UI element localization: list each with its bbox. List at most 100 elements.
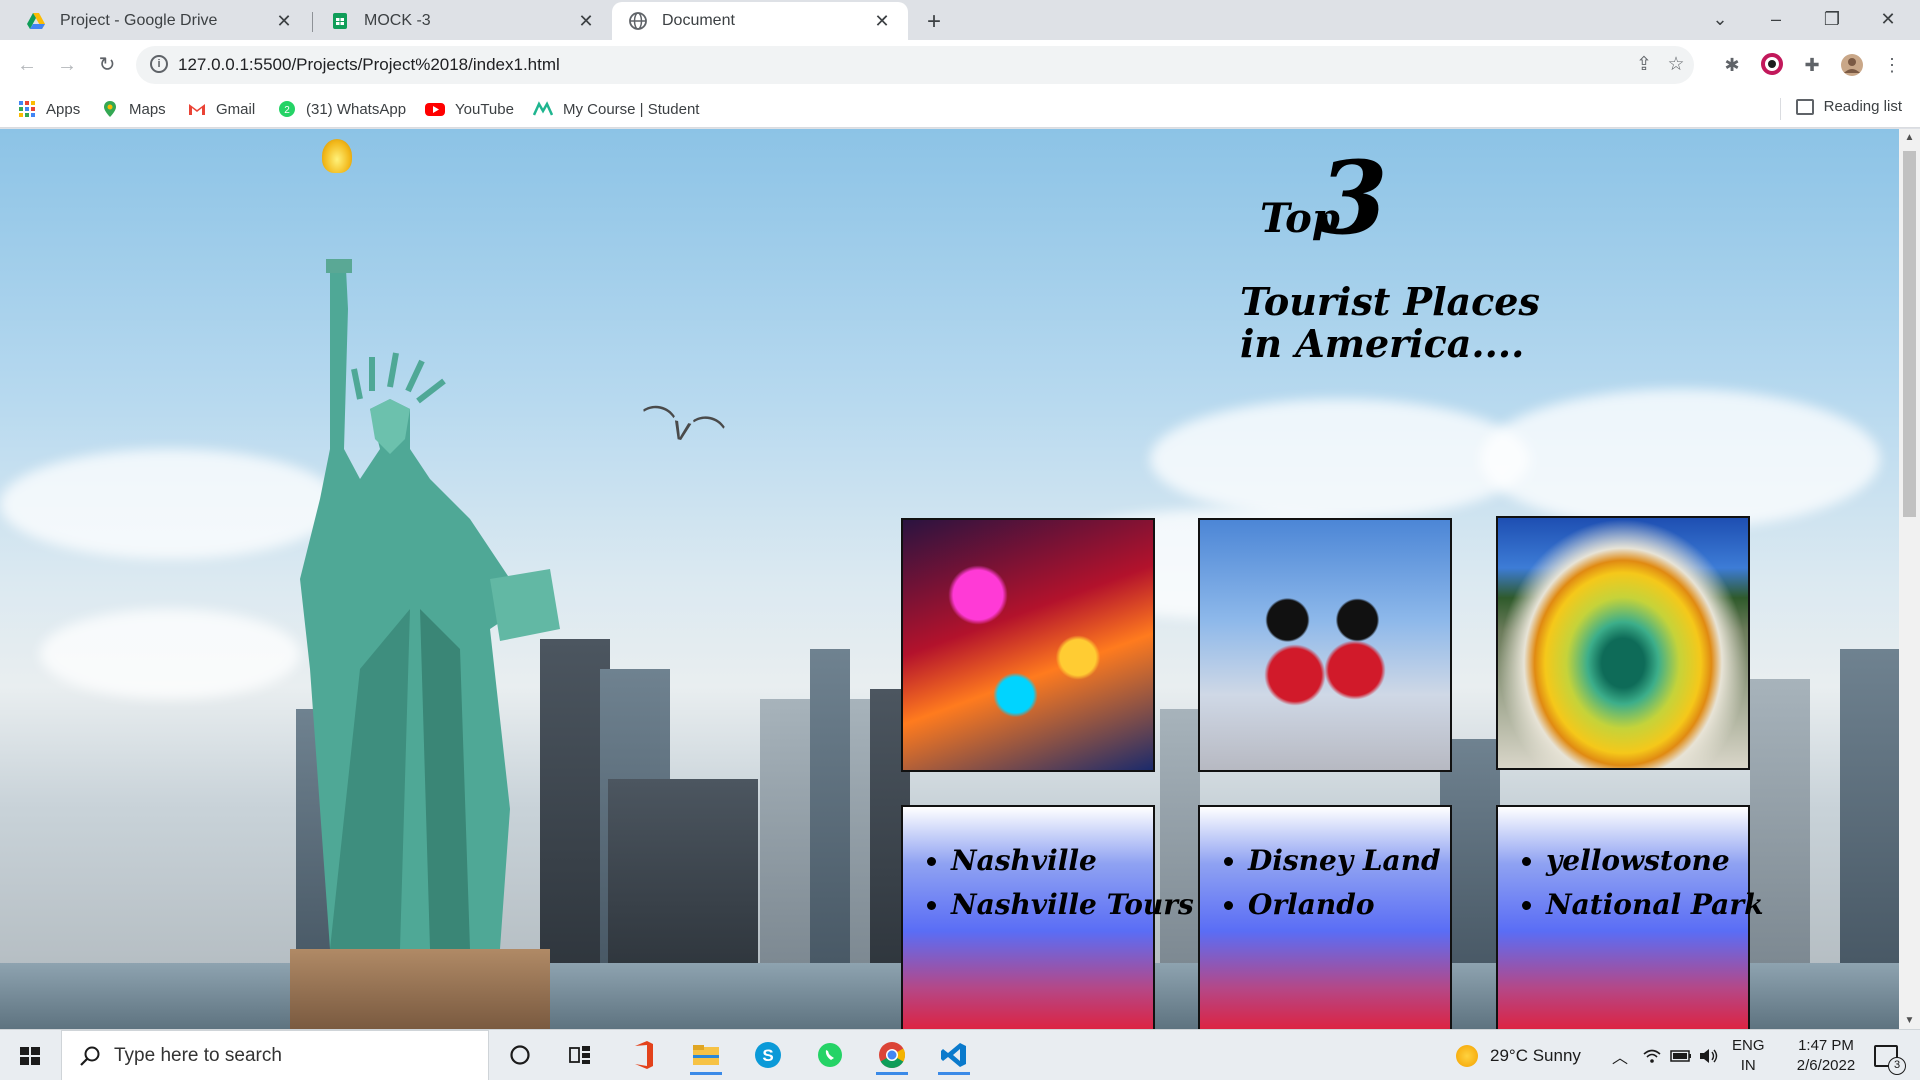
disney-photo bbox=[1198, 518, 1452, 772]
address-bar[interactable]: i 127.0.0.1:5500/Projects/Project%2018/i… bbox=[136, 46, 1694, 84]
notification-center-button[interactable]: 3 bbox=[1874, 1030, 1906, 1080]
list-item: Disney Land bbox=[1248, 839, 1450, 883]
windows-logo-icon bbox=[20, 1047, 40, 1065]
bookmark-label: Gmail bbox=[216, 100, 256, 118]
url-text[interactable]: 127.0.0.1:5500/Projects/Project%2018/ind… bbox=[178, 55, 560, 75]
reading-list-label: Reading list bbox=[1823, 98, 1902, 115]
bookmark-my-course[interactable]: My Course | Student bbox=[532, 98, 700, 120]
tab-strip: Project - Google Drive ✕ MOCK -3 ✕ Docum… bbox=[0, 0, 1920, 40]
search-placeholder: Type here to search bbox=[114, 1044, 282, 1066]
forward-arrow-icon[interactable]: → bbox=[52, 50, 82, 80]
running-indicator bbox=[938, 1072, 970, 1075]
minimize-button[interactable]: – bbox=[1748, 0, 1804, 40]
close-tab-icon[interactable]: ✕ bbox=[576, 11, 596, 32]
vscode-icon[interactable] bbox=[932, 1035, 976, 1075]
clock-date: 2/6/2022 bbox=[1796, 1056, 1856, 1074]
page-viewport: ⌒v⌒ Top 3 Tourist Places in America.... … bbox=[0, 129, 1920, 1029]
scroll-down-arrow-icon[interactable]: ▼ bbox=[1899, 1012, 1920, 1029]
place-list: Nashville Nashville Tours bbox=[903, 839, 1194, 927]
place-list: yellowstone National Park bbox=[1498, 839, 1763, 927]
building bbox=[608, 779, 758, 969]
building bbox=[1160, 709, 1200, 969]
search-icon bbox=[78, 1044, 102, 1068]
close-window-button[interactable]: ✕ bbox=[1860, 0, 1916, 40]
running-indicator bbox=[876, 1072, 908, 1075]
google-drive-icon bbox=[26, 11, 46, 31]
tab-search-button[interactable]: ⌄ bbox=[1692, 0, 1748, 40]
bookmark-label: My Course | Student bbox=[563, 100, 700, 118]
extension-color-icon[interactable] bbox=[1760, 53, 1784, 77]
globe-icon bbox=[628, 11, 648, 31]
menu-kebab-icon[interactable]: ⋮ bbox=[1880, 53, 1904, 77]
site-info-icon[interactable]: i bbox=[150, 55, 168, 73]
task-view-icon[interactable] bbox=[558, 1035, 602, 1075]
close-tab-icon[interactable]: ✕ bbox=[872, 11, 892, 32]
show-hidden-icons-chevron-icon[interactable]: ︿ bbox=[1612, 1030, 1628, 1080]
input-language-indicator[interactable]: ENG IN bbox=[1732, 1030, 1765, 1080]
place-card-yellowstone: yellowstone National Park bbox=[1496, 805, 1763, 1029]
sun-icon bbox=[1456, 1044, 1478, 1067]
bookmark-apps[interactable]: Apps bbox=[18, 98, 80, 120]
maximize-button[interactable]: ❐ bbox=[1804, 0, 1860, 40]
office-icon[interactable] bbox=[622, 1035, 666, 1075]
file-explorer-icon[interactable] bbox=[684, 1035, 728, 1075]
browser-toolbar: ← → ↻ i 127.0.0.1:5500/Projects/Project%… bbox=[0, 40, 1920, 90]
extensions-puzzle-icon[interactable]: ✚ bbox=[1800, 53, 1824, 77]
tab-document[interactable]: Document ✕ bbox=[612, 2, 908, 40]
tab-google-drive[interactable]: Project - Google Drive ✕ bbox=[10, 2, 310, 40]
network-wifi-icon[interactable] bbox=[1642, 1030, 1662, 1080]
speaker-volume-icon[interactable] bbox=[1698, 1030, 1720, 1080]
chrome-icon[interactable] bbox=[870, 1035, 914, 1075]
reading-list-button[interactable]: Reading list bbox=[1795, 98, 1902, 115]
clock[interactable]: 1:47 PM 2/6/2022 bbox=[1780, 1030, 1872, 1080]
youtube-icon bbox=[425, 100, 445, 118]
place-card-disney: Disney Land Orlando bbox=[1198, 805, 1452, 1029]
page-scrollbar[interactable]: ▲ ▼ bbox=[1899, 129, 1920, 1029]
bookmark-maps[interactable]: Maps bbox=[101, 98, 166, 120]
maps-pin-icon bbox=[101, 100, 119, 118]
close-tab-icon[interactable]: ✕ bbox=[274, 11, 294, 32]
extension-bug-icon[interactable]: ✱ bbox=[1720, 53, 1744, 77]
running-indicator bbox=[690, 1072, 722, 1075]
new-tab-button[interactable]: + bbox=[919, 7, 949, 37]
bookmark-label: YouTube bbox=[455, 100, 514, 118]
start-button[interactable] bbox=[0, 1030, 60, 1080]
battery-icon[interactable] bbox=[1670, 1030, 1692, 1080]
bookmark-label: Maps bbox=[129, 100, 166, 118]
notification-icon: 3 bbox=[1874, 1044, 1906, 1075]
building bbox=[1750, 679, 1810, 969]
list-item: yellowstone bbox=[1546, 839, 1748, 883]
tab-title: Document bbox=[662, 12, 735, 29]
scroll-up-arrow-icon[interactable]: ▲ bbox=[1899, 129, 1920, 146]
whatsapp-icon: 2 bbox=[278, 100, 296, 118]
lang-code: ENG bbox=[1732, 1036, 1765, 1054]
tab-mock-3[interactable]: MOCK -3 ✕ bbox=[314, 2, 612, 40]
lang-region: IN bbox=[1740, 1056, 1756, 1074]
profile-avatar[interactable] bbox=[1840, 53, 1864, 77]
weather-text: 29°C Sunny bbox=[1490, 1045, 1581, 1065]
place-list: Disney Land Orlando bbox=[1200, 839, 1450, 927]
weather-widget[interactable]: 29°C Sunny bbox=[1456, 1030, 1581, 1080]
reload-icon[interactable]: ↻ bbox=[92, 50, 122, 80]
nashville-photo bbox=[901, 518, 1155, 772]
bookmark-whatsapp[interactable]: 2 (31) WhatsApp bbox=[278, 98, 406, 120]
skype-icon[interactable]: S bbox=[746, 1035, 790, 1075]
whatsapp-app-icon[interactable] bbox=[808, 1035, 852, 1075]
torch-flame bbox=[322, 139, 352, 173]
google-sheets-icon bbox=[330, 11, 350, 31]
statue-of-liberty bbox=[300, 259, 560, 949]
seagull: ⌒v⌒ bbox=[636, 401, 728, 457]
statue-pedestal bbox=[290, 949, 550, 1029]
cloud bbox=[1480, 389, 1880, 529]
back-arrow-icon[interactable]: ← bbox=[12, 50, 42, 80]
taskbar-search-box[interactable]: Type here to search bbox=[61, 1030, 489, 1080]
bookmark-label: (31) WhatsApp bbox=[306, 100, 407, 118]
bookmark-star-icon[interactable]: ☆ bbox=[1664, 53, 1688, 77]
bookmark-youtube[interactable]: YouTube bbox=[425, 98, 514, 120]
headline-subtitle: Tourist Places in America.... bbox=[1240, 279, 1540, 366]
share-icon[interactable]: ⇪ bbox=[1632, 53, 1656, 77]
bookmark-gmail[interactable]: Gmail bbox=[188, 98, 255, 120]
cortana-icon[interactable] bbox=[498, 1035, 542, 1075]
scroll-thumb[interactable] bbox=[1903, 151, 1916, 517]
apps-grid-icon bbox=[18, 100, 36, 118]
